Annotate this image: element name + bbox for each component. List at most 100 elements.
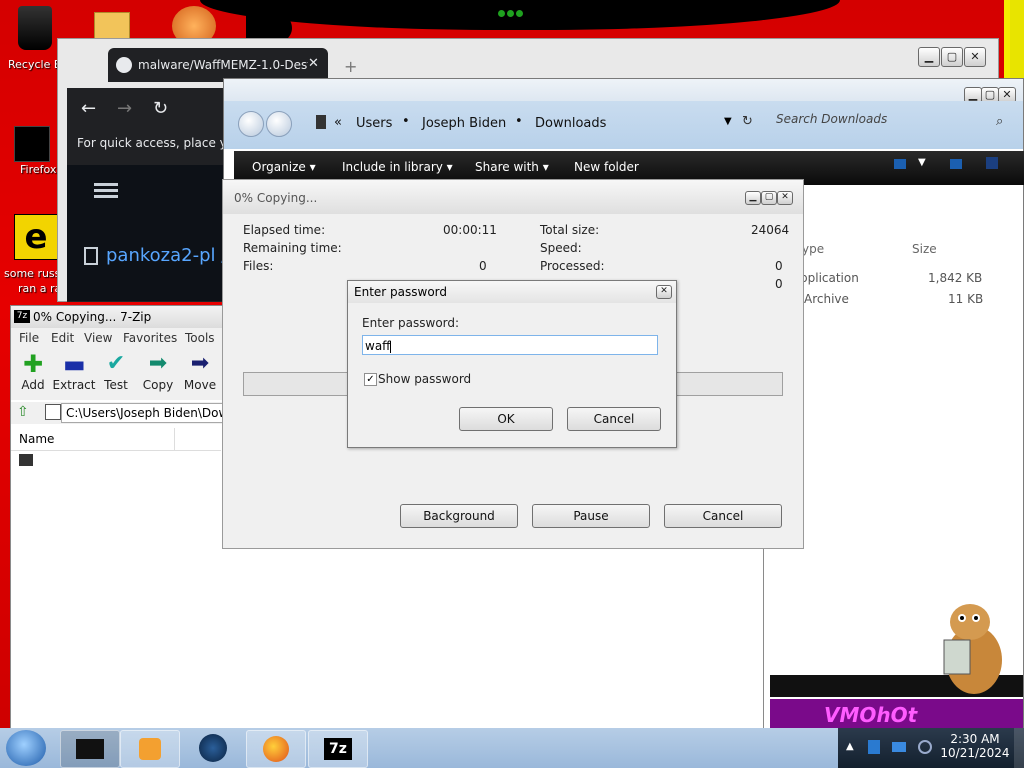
minimize-button[interactable]: ▁	[745, 191, 761, 205]
forward-icon[interactable]	[266, 111, 292, 137]
7zip-logo-icon: 7z	[324, 738, 352, 760]
document-icon[interactable]: e	[14, 214, 58, 260]
dialog-title-bar: Enter password	[348, 281, 676, 303]
desktop-icon-label: ran a ra	[18, 282, 62, 295]
browser-tab[interactable]: malware/WaffMEMZ-1.0-Destr ✕	[108, 48, 328, 82]
breadcrumb-separator: •	[402, 114, 410, 129]
preview-pane-icon[interactable]	[950, 159, 962, 169]
check-icon: ✔	[106, 351, 126, 376]
refresh-icon[interactable]: ↻	[742, 114, 753, 129]
desktop-icon-label: Recycle B	[8, 58, 62, 71]
total-size-value: 24064	[751, 223, 790, 237]
explorer-icon	[76, 739, 104, 759]
arrow-right-icon: ➡	[148, 351, 168, 376]
add-button[interactable]: ✚ Add	[11, 352, 55, 392]
clock[interactable]: 2:30 AM 10/21/2024	[940, 732, 1010, 760]
maximize-button[interactable]: ▢	[761, 191, 777, 205]
menu-edit[interactable]: Edit	[51, 331, 74, 345]
column-divider[interactable]	[174, 428, 175, 450]
taskbar-app-7zip[interactable]: 7z	[308, 730, 368, 768]
help-icon[interactable]	[986, 157, 998, 169]
taskbar-app-explorer[interactable]	[60, 730, 120, 768]
close-button[interactable]: ✕	[656, 285, 672, 299]
page-content	[67, 165, 237, 301]
show-password-checkbox[interactable]: ✓	[364, 373, 377, 386]
show-password-label[interactable]: Show password	[378, 372, 471, 386]
system-tray: ▲ 2:30 AM 10/21/2024	[838, 728, 1024, 768]
view-dropdown-icon[interactable]: ▼	[918, 157, 926, 168]
repo-owner-link[interactable]: pankoza2-pl /	[106, 245, 227, 266]
column-header-name[interactable]: Name	[11, 428, 221, 451]
show-hidden-icons-button[interactable]: ▲	[846, 741, 854, 752]
start-button[interactable]	[6, 730, 46, 766]
menu-favorites[interactable]: Favorites	[123, 331, 177, 345]
pause-button[interactable]: Pause	[532, 504, 650, 528]
elapsed-value: 00:00:11	[443, 223, 497, 237]
display-icon[interactable]	[892, 742, 906, 752]
hamster-mascot	[943, 604, 1002, 694]
test-button[interactable]: ✔ Test	[94, 351, 138, 393]
taskbar-app-globe[interactable]	[184, 730, 242, 766]
speed-label: Speed:	[540, 241, 582, 255]
taskbar-app-firefox[interactable]	[246, 730, 306, 768]
new-folder-button[interactable]: New folder	[574, 160, 639, 174]
github-icon	[116, 57, 132, 73]
cancel-button[interactable]: Cancel	[664, 504, 782, 528]
file-icon[interactable]	[19, 454, 33, 466]
move-button[interactable]: ➡ Move	[178, 352, 222, 393]
maximize-button[interactable]: ▢	[941, 47, 963, 67]
close-button[interactable]: ✕	[777, 191, 793, 205]
column-size[interactable]: Size	[912, 242, 937, 256]
volume-icon[interactable]	[918, 740, 932, 754]
new-tab-button[interactable]: +	[344, 57, 357, 76]
view-icon[interactable]	[894, 159, 906, 169]
breadcrumb-users[interactable]: Users	[356, 116, 392, 131]
minus-icon: ▬	[63, 350, 86, 378]
ok-button[interactable]: OK	[459, 407, 553, 431]
folder-icon[interactable]	[94, 12, 130, 40]
menu-tools[interactable]: Tools	[185, 331, 215, 345]
dialog-title-bar: 0% Copying...	[223, 180, 803, 214]
extract-button[interactable]: ▬ Extract	[52, 352, 96, 392]
menu-file[interactable]: File	[19, 331, 39, 345]
organize-button[interactable]: Organize ▾	[252, 160, 316, 174]
bookmarks-hint: For quick access, place your	[77, 136, 247, 150]
breadcrumb-downloads[interactable]: Downloads	[535, 116, 606, 131]
processed-value: 0	[775, 259, 783, 273]
column-type[interactable]: ype	[802, 242, 824, 256]
password-input[interactable]: waff	[362, 335, 658, 355]
close-tab-icon[interactable]: ✕	[308, 56, 319, 71]
plus-icon: ✚	[22, 350, 44, 378]
hamburger-menu-icon[interactable]	[94, 183, 118, 186]
taskbar-app-media[interactable]	[120, 730, 180, 768]
password-value: waff	[365, 339, 391, 353]
files-value: 0	[479, 259, 487, 273]
include-in-library-button[interactable]: Include in library ▾	[342, 160, 453, 174]
firefox-icon[interactable]	[14, 126, 50, 162]
file-type: pplication	[800, 271, 859, 285]
back-icon[interactable]	[238, 111, 264, 137]
desktop-icon-recycle-bin[interactable]	[14, 6, 60, 50]
network-icon[interactable]	[868, 740, 880, 754]
back-icon[interactable]: ←	[81, 98, 96, 119]
tab-title: malware/WaffMEMZ-1.0-Destr	[138, 58, 308, 72]
globe-icon	[199, 734, 227, 762]
show-desktop-button[interactable]	[1014, 728, 1024, 768]
menu-view[interactable]: View	[84, 331, 112, 345]
cancel-button[interactable]: Cancel	[567, 407, 661, 431]
forward-icon[interactable]: →	[117, 98, 132, 119]
background-button[interactable]: Background	[400, 504, 518, 528]
close-button[interactable]: ✕	[964, 47, 986, 67]
share-with-button[interactable]: Share with ▾	[475, 160, 549, 174]
clock-time: 2:30 AM	[950, 732, 1000, 746]
search-input[interactable]: Search Downloads	[776, 112, 887, 126]
files-label: Files:	[243, 259, 274, 273]
minimize-button[interactable]: ▁	[918, 47, 940, 67]
copy-button[interactable]: ➡ Copy	[136, 351, 180, 393]
address-dropdown-icon[interactable]: ▼	[724, 116, 732, 127]
breadcrumb-overflow[interactable]: «	[334, 115, 342, 130]
reload-icon[interactable]: ↻	[153, 98, 168, 119]
wallpaper-watermark: VMOhOt	[824, 703, 918, 727]
up-folder-icon[interactable]: ⇧	[17, 404, 29, 420]
breadcrumb-joseph-biden[interactable]: Joseph Biden	[422, 116, 506, 131]
